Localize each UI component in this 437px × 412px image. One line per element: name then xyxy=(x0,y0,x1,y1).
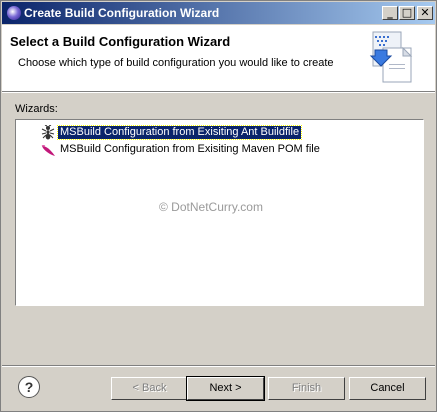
wizards-label: Wizards: xyxy=(15,103,58,115)
maven-feather-icon xyxy=(41,145,55,156)
back-button[interactable]: < Back xyxy=(111,377,188,400)
page-title: Select a Build Configuration Wizard xyxy=(10,34,231,49)
wizard-dialog: Create Build Configuration Wizard _ □ ✕ … xyxy=(0,0,437,412)
maximize-button[interactable]: □ xyxy=(399,6,415,20)
minimize-button[interactable]: _ xyxy=(382,6,398,20)
window-title: Create Build Configuration Wizard xyxy=(24,6,220,20)
eclipse-icon xyxy=(7,6,21,20)
close-button[interactable]: ✕ xyxy=(417,6,433,20)
header-divider xyxy=(2,92,435,93)
wizard-banner-icon xyxy=(369,31,413,83)
wizard-item-label: MSBuild Configuration from Exisiting Ant… xyxy=(56,125,303,140)
help-button[interactable]: ? xyxy=(18,376,40,398)
finish-button[interactable]: Finish xyxy=(268,377,345,400)
ant-icon xyxy=(41,125,55,140)
footer-divider-highlight xyxy=(2,366,435,367)
watermark-text: © DotNetCurry.com xyxy=(159,200,263,214)
page-description: Choose which type of build configuration… xyxy=(18,57,334,69)
cancel-button[interactable]: Cancel xyxy=(349,377,426,400)
next-button[interactable]: Next > xyxy=(186,376,265,401)
wizard-header: Select a Build Configuration Wizard Choo… xyxy=(2,25,435,92)
title-bar[interactable]: Create Build Configuration Wizard _ □ ✕ xyxy=(2,2,435,24)
wizard-item-label: MSBuild Configuration from Exisiting Mav… xyxy=(60,143,320,155)
